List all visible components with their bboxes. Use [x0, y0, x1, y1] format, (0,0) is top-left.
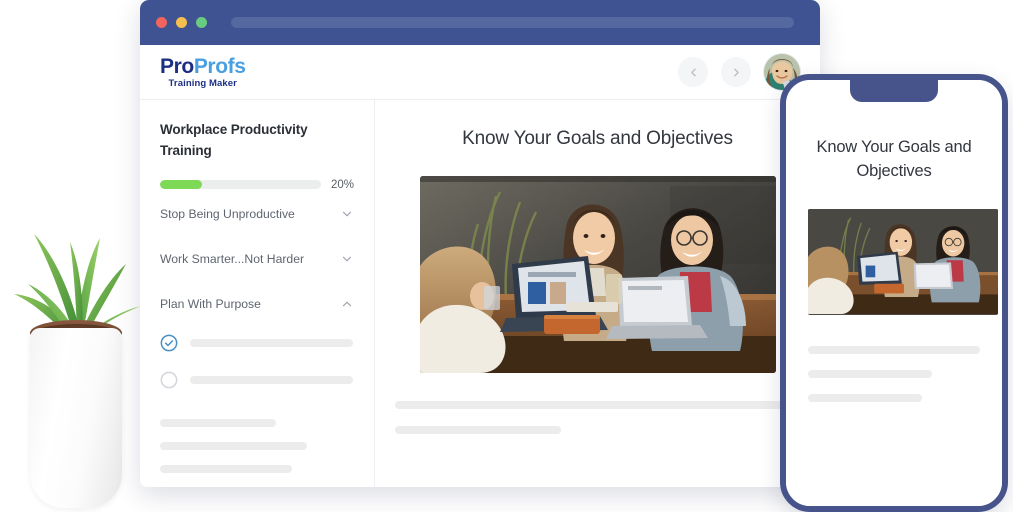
sidebar-module-plan-with-purpose[interactable]: Plan With Purpose	[160, 281, 354, 326]
placeholder-line	[160, 464, 292, 473]
chevron-down-icon	[342, 256, 352, 262]
papers	[565, 302, 618, 312]
proprofs-logo[interactable]: ProProfs Training Maker	[160, 56, 246, 89]
glass-center	[605, 274, 622, 304]
logo-text-pro: Pro	[160, 54, 194, 78]
phone-screen: Know Your Goals and Objectives	[786, 80, 1002, 506]
module-label: Stop Being Unproductive	[160, 206, 295, 221]
module-label: Work Smarter...Not Harder	[160, 251, 305, 266]
course-title: Workplace Productivity Training	[160, 122, 308, 158]
minimize-window-button[interactable]	[176, 17, 187, 28]
address-bar[interactable]	[231, 17, 794, 28]
glass-left	[483, 286, 500, 310]
task-label-placeholder	[190, 375, 353, 384]
logo-text-profs: Profs	[193, 54, 246, 78]
logo-subtitle: Training Maker	[168, 77, 237, 89]
phone-placeholder-lines	[808, 345, 980, 402]
module-label: Plan With Purpose	[160, 296, 261, 311]
plant-pot	[30, 328, 122, 508]
placeholder-line	[808, 345, 980, 354]
page-title: Know Your Goals and Objectives	[462, 128, 733, 149]
course-progress: 20%	[160, 179, 354, 191]
maximize-window-button[interactable]	[196, 17, 207, 28]
progress-fill	[160, 180, 202, 190]
progress-percent-label: 20%	[330, 178, 354, 191]
header-actions	[678, 54, 800, 90]
course-sidebar: Workplace Productivity Training 20% Stop…	[140, 100, 375, 487]
progress-track	[160, 180, 321, 190]
task-label-placeholder	[190, 338, 353, 347]
task-item-incomplete[interactable]	[160, 371, 354, 389]
next-slide-button[interactable]	[721, 57, 751, 87]
sidebar-module-work-smarter-not-harder[interactable]: Work Smarter...Not Harder	[160, 236, 354, 281]
people-laughing-photo	[419, 176, 776, 373]
previous-slide-button[interactable]	[678, 57, 708, 87]
sidebar-module-stop-being-unproductive[interactable]: Stop Being Unproductive	[160, 191, 354, 236]
desktop-browser-window: ProProfs Training Maker Workplace Produc…	[140, 0, 820, 487]
logo-wordmark: ProProfs	[160, 56, 246, 77]
phone-hero-image	[808, 208, 998, 315]
empty-circle-icon	[160, 371, 178, 389]
lesson-content: Know Your Goals and Objectives	[375, 100, 820, 487]
close-window-button[interactable]	[156, 17, 167, 28]
chevron-up-icon	[342, 301, 352, 307]
chevron-right-icon	[733, 68, 739, 76]
chevron-left-icon	[690, 68, 696, 76]
check-circle-icon	[160, 334, 178, 352]
sidebar-placeholder-lines	[160, 418, 354, 473]
browser-titlebar	[140, 0, 820, 45]
phone-page-title: Know Your Goals and Objectives	[816, 138, 972, 180]
task-item-completed[interactable]	[160, 334, 354, 352]
phone-notch	[850, 80, 938, 102]
lesson-hero-image	[419, 176, 776, 373]
content-placeholder-lines	[395, 401, 800, 434]
window-controls[interactable]	[156, 17, 207, 28]
placeholder-line	[808, 369, 932, 378]
placeholder-line	[395, 401, 800, 409]
app-header: ProProfs Training Maker	[140, 45, 820, 100]
placeholder-line	[160, 441, 308, 450]
chevron-down-icon	[342, 211, 352, 217]
potted-plant-decoration	[8, 198, 143, 512]
mobile-device-frame: Know Your Goals and Objectives	[780, 74, 1008, 512]
app-body: Workplace Productivity Training 20% Stop…	[140, 100, 820, 487]
placeholder-line	[160, 418, 277, 427]
screenshot-stage: ProProfs Training Maker Workplace Produc…	[0, 0, 1013, 512]
placeholder-line	[808, 393, 922, 402]
placeholder-line	[395, 426, 562, 434]
people-laughing-photo	[808, 208, 998, 314]
